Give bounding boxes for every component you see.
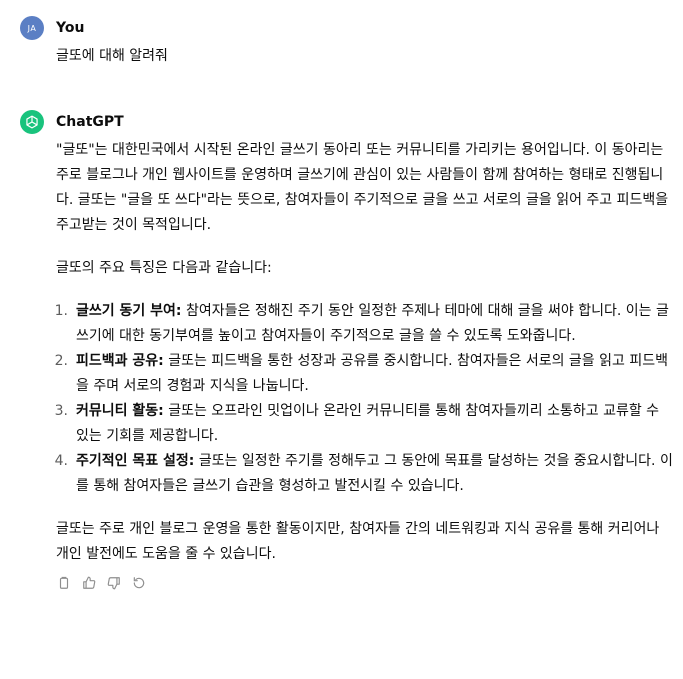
user-avatar-initials: JA: [27, 23, 37, 33]
list-item-title: 글쓰기 동기 부여:: [76, 303, 182, 319]
chatgpt-logo-icon: [20, 110, 44, 134]
list-item: 2. 피드백과 공유: 글또는 피드백을 통한 성장과 공유를 중시합니다. 참…: [55, 349, 673, 399]
user-message-text: 글또에 대해 알려줘: [56, 48, 168, 64]
regenerate-icon[interactable]: [131, 575, 147, 591]
list-item-text: 글또는 오프라인 밋업이나 온라인 커뮤니티를 통해 참여자들끼리 소통하고 교…: [76, 403, 660, 444]
list-item-number: 1.: [54, 303, 68, 319]
response-intro: "글또"는 대한민국에서 시작된 온라인 글쓰기 동아리 또는 커뮤니티를 가리…: [56, 142, 669, 233]
list-item-title: 커뮤니티 활동:: [76, 403, 164, 419]
list-item-number: 3.: [54, 403, 68, 419]
list-item: 1. 글쓰기 동기 부여: 참여자들은 정해진 주기 동안 일정한 주제나 테마…: [55, 299, 673, 349]
user-author-name: You: [56, 20, 85, 36]
list-item-title: 피드백과 공유:: [76, 353, 164, 369]
features-list: 1. 글쓰기 동기 부여: 참여자들은 정해진 주기 동안 일정한 주제나 테마…: [55, 299, 673, 499]
list-item: 3. 커뮤니티 활동: 글또는 오프라인 밋업이나 온라인 커뮤니티를 통해 참…: [55, 399, 673, 449]
list-item-number: 4.: [54, 453, 68, 469]
message-actions: [56, 575, 673, 591]
thumbs-down-icon[interactable]: [106, 575, 122, 591]
user-avatar: JA: [20, 16, 44, 40]
assistant-author-name: ChatGPT: [56, 114, 124, 130]
features-heading: 글또의 주요 특징은 다음과 같습니다:: [56, 260, 272, 276]
list-item-title: 주기적인 목표 설정:: [76, 453, 195, 469]
response-conclusion: 글또는 주로 개인 블로그 운영을 통한 활동이지만, 참여자들 간의 네트워킹…: [56, 521, 660, 562]
thumbs-up-icon[interactable]: [81, 575, 97, 591]
list-item-number: 2.: [54, 353, 68, 369]
list-item: 4. 주기적인 목표 설정: 글또는 일정한 주기를 정해두고 그 동안에 목표…: [55, 449, 673, 499]
list-item-text: 글또는 피드백을 통한 성장과 공유를 중시합니다. 참여자들은 서로의 글을 …: [76, 353, 668, 394]
copy-icon[interactable]: [56, 575, 72, 591]
